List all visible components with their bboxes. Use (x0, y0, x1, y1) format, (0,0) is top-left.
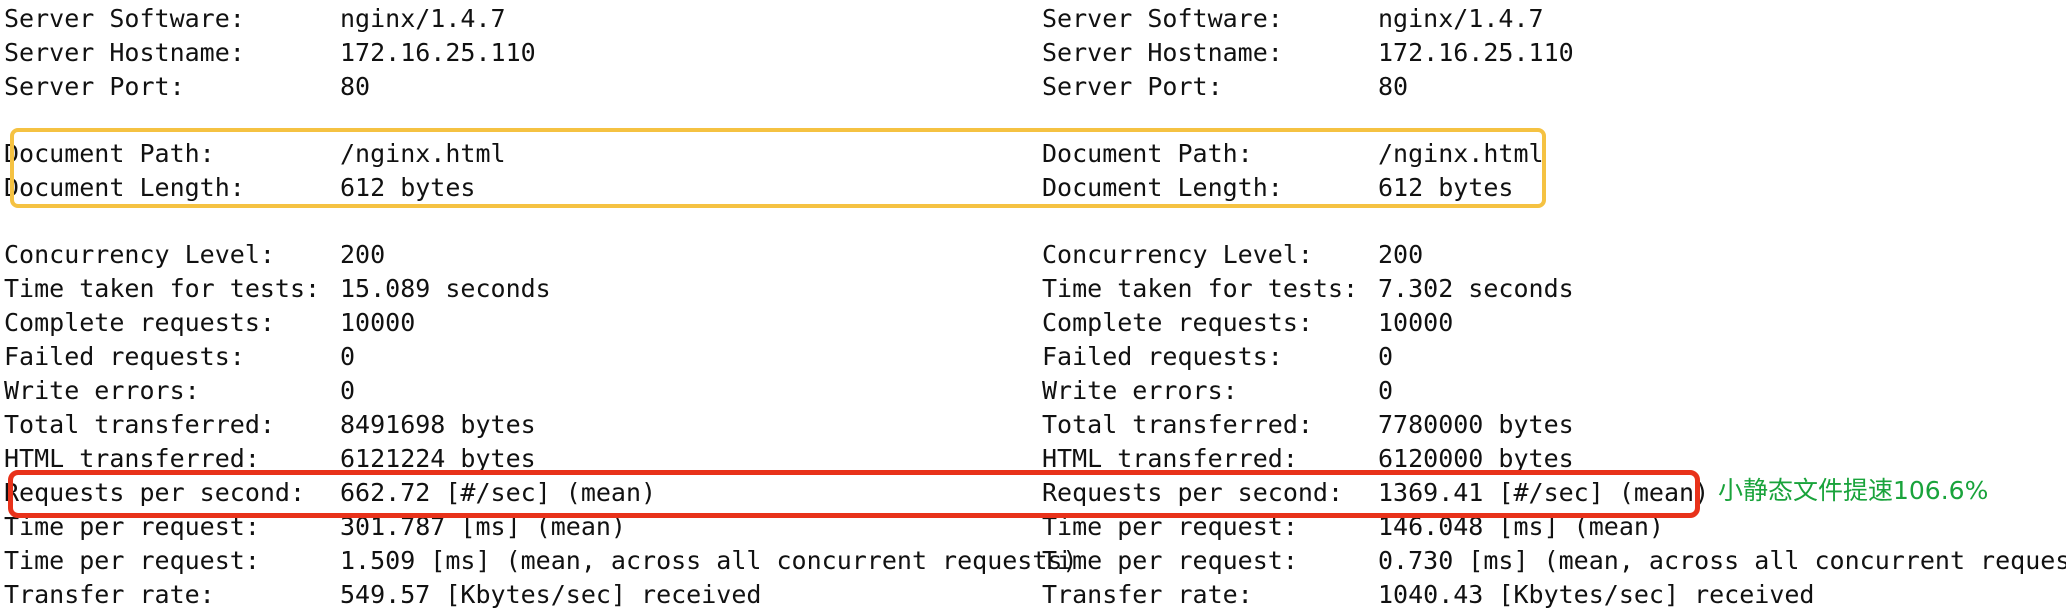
stat-value: 10000 (1378, 308, 1454, 337)
stat-value: 6121224 bytes (340, 444, 536, 473)
stat-value: 80 (1378, 72, 1409, 101)
stat-label: Concurrency Level: (1042, 240, 1313, 269)
stat-label: Complete requests: (4, 308, 275, 337)
stat-value: 15.089 seconds (340, 274, 551, 303)
stat-value: 7780000 bytes (1378, 410, 1574, 439)
stat-label: Time taken for tests: (4, 274, 321, 303)
stat-value: 172.16.25.110 (340, 38, 536, 67)
stat-value: 1040.43 [Kbytes/sec] received (1378, 580, 1815, 609)
stat-value: /nginx.html (1378, 139, 1544, 168)
stat-label: Failed requests: (4, 342, 245, 371)
stat-value: 8491698 bytes (340, 410, 536, 439)
stat-label: Time per request: (4, 546, 260, 575)
stat-value: 1.509 [ms] (mean, across all concurrent … (340, 546, 1078, 575)
stat-value: 0 (340, 342, 356, 371)
stat-value: 612 bytes (340, 173, 476, 202)
stat-value: 0 (340, 376, 356, 405)
stat-label: Document Path: (4, 139, 215, 168)
stat-label: Transfer rate: (4, 580, 215, 609)
stat-value: 7.302 seconds (1378, 274, 1574, 303)
stat-value: 549.57 [Kbytes/sec] received (340, 580, 762, 609)
stat-label: Total transferred: (4, 410, 275, 439)
stat-value: 662.72 [#/sec] (mean) (340, 478, 657, 507)
stat-label: Requests per second: (1042, 478, 1344, 507)
stat-value: 612 bytes (1378, 173, 1514, 202)
stat-value: 0 (1378, 342, 1394, 371)
stat-label: Time taken for tests: (1042, 274, 1359, 303)
stat-label: HTML transferred: (1042, 444, 1298, 473)
stat-label: Write errors: (4, 376, 200, 405)
stat-label: Time per request: (4, 512, 260, 541)
stat-label: Complete requests: (1042, 308, 1313, 337)
stat-value: /nginx.html (340, 139, 506, 168)
stat-value: 301.787 [ms] (mean) (340, 512, 626, 541)
stat-value: nginx/1.4.7 (340, 4, 506, 33)
stat-value: 1369.41 [#/sec] (mean) (1378, 478, 1710, 507)
stat-label: Server Hostname: (1042, 38, 1283, 67)
stat-value: 80 (340, 72, 371, 101)
stat-label: Transfer rate: (1042, 580, 1253, 609)
stat-value: 0.730 [ms] (mean, across all concurrent … (1378, 546, 2066, 575)
stat-label: Concurrency Level: (4, 240, 275, 269)
stat-value: 0 (1378, 376, 1394, 405)
stat-value: nginx/1.4.7 (1378, 4, 1544, 33)
speedup-annotation: 小静态文件提速106.6% (1718, 476, 1989, 505)
stat-label: Time per request: (1042, 512, 1298, 541)
stat-value: 200 (340, 240, 386, 269)
stat-label: Requests per second: (4, 478, 306, 507)
stat-label: Document Length: (4, 173, 245, 202)
stat-value: 6120000 bytes (1378, 444, 1574, 473)
stat-label: Failed requests: (1042, 342, 1283, 371)
stat-label: Server Port: (4, 72, 185, 101)
stat-value: 146.048 [ms] (mean) (1378, 512, 1664, 541)
stat-value: 172.16.25.110 (1378, 38, 1574, 67)
stat-value: 200 (1378, 240, 1424, 269)
stat-value: 10000 (340, 308, 416, 337)
stat-label: Write errors: (1042, 376, 1238, 405)
stat-label: Server Hostname: (4, 38, 245, 67)
stat-label: HTML transferred: (4, 444, 260, 473)
stat-label: Server Port: (1042, 72, 1223, 101)
stat-label: Server Software: (4, 4, 245, 33)
stat-label: Total transferred: (1042, 410, 1313, 439)
stat-label: Document Length: (1042, 173, 1283, 202)
stat-label: Time per request: (1042, 546, 1298, 575)
stat-label: Document Path: (1042, 139, 1253, 168)
stat-label: Server Software: (1042, 4, 1283, 33)
